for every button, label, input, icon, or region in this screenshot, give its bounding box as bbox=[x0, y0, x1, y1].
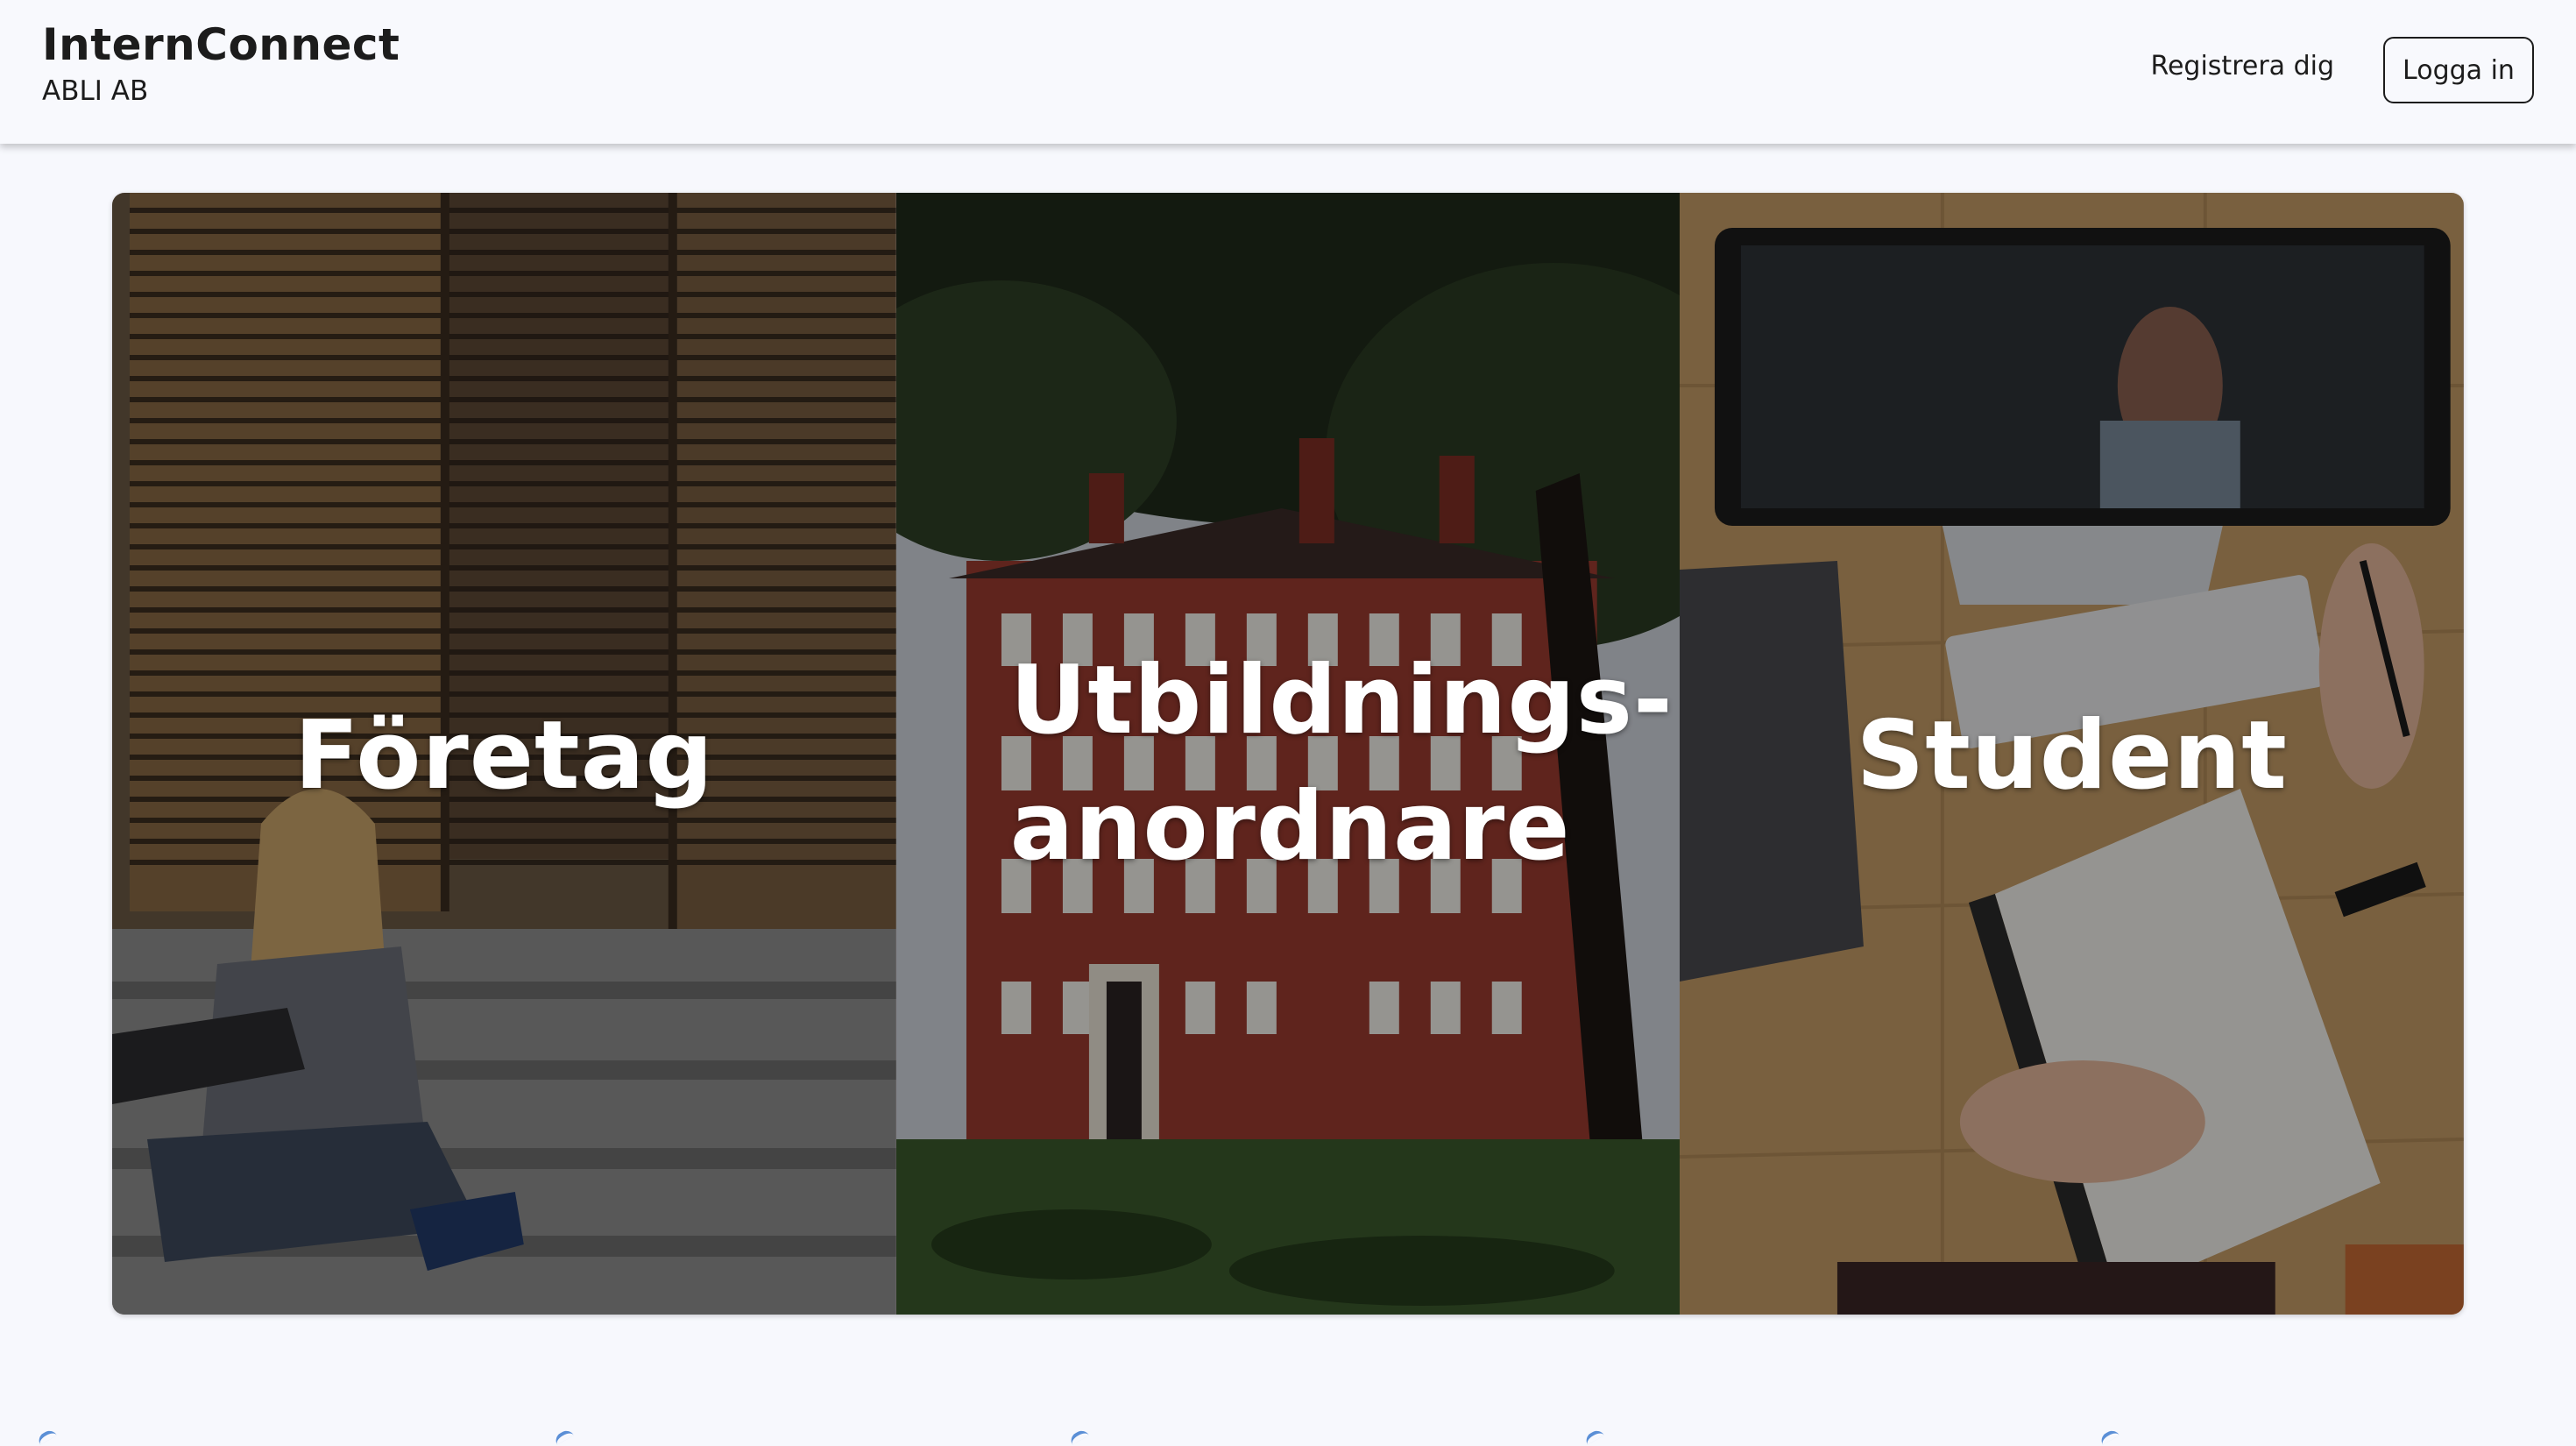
leaf-icon bbox=[2098, 1428, 2120, 1445]
panel-foretag[interactable]: Företag bbox=[112, 193, 896, 1315]
panel-label-utbildningsanordnare: Utbildnings- anordnare bbox=[1010, 638, 1674, 890]
leaf-icon bbox=[552, 1428, 575, 1445]
role-selection-panels: Företag Utbildnings- anordnare Student bbox=[112, 193, 2464, 1315]
bottom-decoration-strip bbox=[0, 1428, 2576, 1446]
leaf-icon bbox=[1067, 1428, 1090, 1445]
top-header: InternConnect ABLI AB Registrera dig Log… bbox=[0, 0, 2576, 144]
panel-label-line-1: Utbildnings- bbox=[1009, 646, 1674, 755]
leaf-icon bbox=[1582, 1428, 1605, 1445]
panel-label-line-2: anordnare bbox=[1009, 772, 1571, 882]
brand-subtitle: ABLI AB bbox=[42, 75, 149, 107]
panel-student[interactable]: Student bbox=[1680, 193, 2464, 1315]
panel-label-student: Student bbox=[1856, 701, 2288, 811]
login-button[interactable]: Logga in bbox=[2383, 37, 2534, 103]
register-link[interactable]: Registrera dig bbox=[2150, 51, 2334, 82]
panel-label-foretag: Företag bbox=[294, 701, 714, 811]
panel-utbildningsanordnare[interactable]: Utbildnings- anordnare bbox=[895, 193, 1681, 1315]
leaf-icon bbox=[35, 1428, 58, 1445]
brand-title[interactable]: InternConnect bbox=[42, 19, 400, 70]
